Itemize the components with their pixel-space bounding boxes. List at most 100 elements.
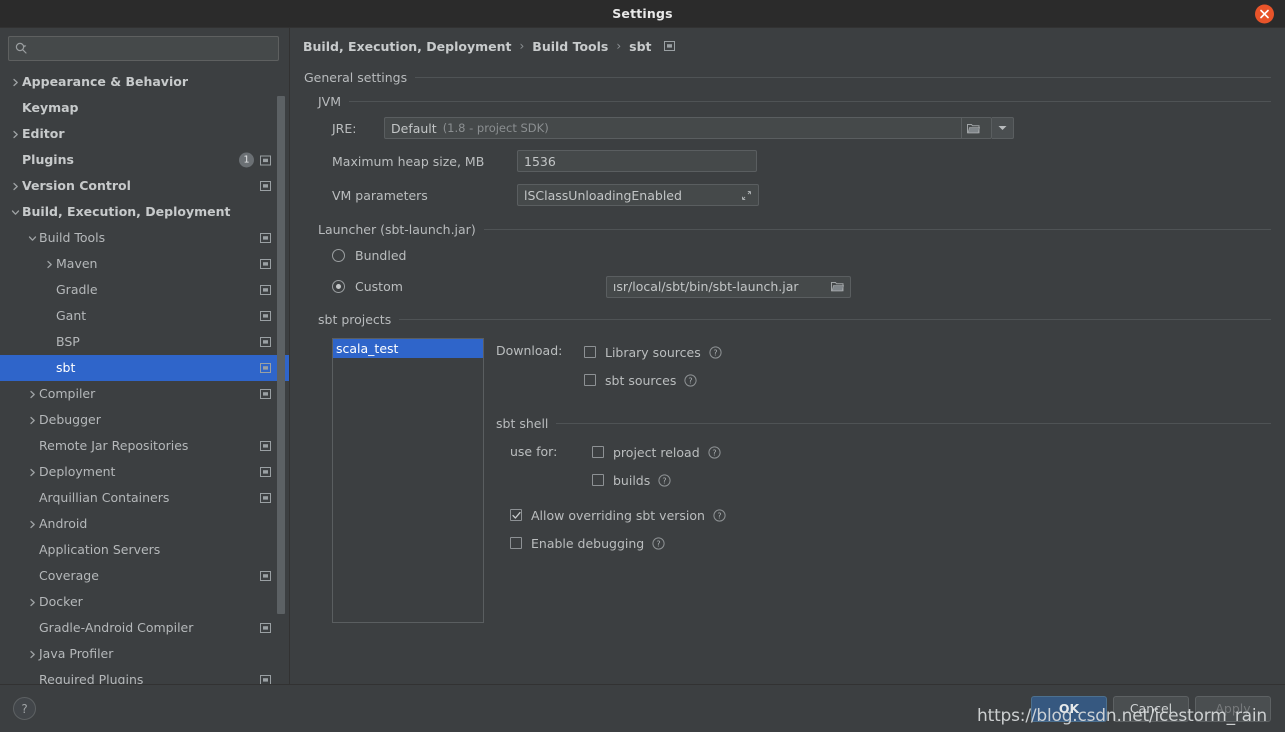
ok-button[interactable]: OK xyxy=(1031,695,1107,722)
launcher-path-input[interactable]: ısr/local/sbt/bin/sbt-launch.jar xyxy=(605,275,851,298)
sidebar-item-java-profiler[interactable]: Java Profiler xyxy=(0,641,289,667)
help-icon[interactable]: ? xyxy=(713,508,726,522)
sidebar-item-build-tools[interactable]: Build Tools xyxy=(0,225,289,251)
sidebar-item-build-execution-deployment[interactable]: Build, Execution, Deployment xyxy=(0,199,289,225)
chevron-right-icon[interactable] xyxy=(25,650,39,659)
jre-field[interactable]: Default (1.8 - project SDK) xyxy=(384,117,992,139)
project-settings-icon xyxy=(663,41,675,51)
chevron-right-icon[interactable] xyxy=(42,260,56,269)
project-settings-icon xyxy=(260,493,271,503)
chevron-right-icon[interactable] xyxy=(8,130,22,139)
folder-icon[interactable] xyxy=(961,118,985,138)
sidebar-item-indicators xyxy=(260,675,271,684)
breadcrumb-item[interactable]: Build, Execution, Deployment xyxy=(303,39,511,54)
sidebar-item-deployment[interactable]: Deployment xyxy=(0,459,289,485)
sidebar-scrollbar[interactable] xyxy=(277,96,285,632)
breadcrumb-item[interactable]: Build Tools xyxy=(532,39,608,54)
checkbox[interactable] xyxy=(592,474,604,486)
launcher-option-bundled[interactable]: Bundled xyxy=(332,240,1271,271)
sidebar-item-version-control[interactable]: Version Control xyxy=(0,173,289,199)
close-icon[interactable] xyxy=(1255,4,1274,23)
jvm-body: JRE: Default (1.8 - project SDK) Maximum… xyxy=(318,112,1271,212)
help-icon[interactable]: ? xyxy=(684,373,697,387)
sidebar-item-plugins[interactable]: Plugins 1 xyxy=(0,147,289,173)
chevron-right-icon[interactable] xyxy=(25,520,39,529)
chevron-right-icon[interactable] xyxy=(8,182,22,191)
sidebar-item-sbt[interactable]: sbt xyxy=(0,355,289,381)
sidebar-item-indicators xyxy=(260,623,271,633)
heap-input[interactable]: 1536 xyxy=(517,150,757,172)
sidebar-item-arquillian-containers[interactable]: Arquillian Containers xyxy=(0,485,289,511)
checkbox[interactable] xyxy=(584,374,596,386)
sidebar-item-remote-jar-repositories[interactable]: Remote Jar Repositories xyxy=(0,433,289,459)
general-settings-header: General settings xyxy=(304,66,1271,88)
settings-dialog: Settings Appearance & Behavior Keymap Ed… xyxy=(0,0,1285,732)
settings-sidebar: Appearance & Behavior Keymap Editor Plugins… xyxy=(0,28,290,684)
expand-icon[interactable] xyxy=(741,190,752,201)
use-for-option-builds[interactable]: builds? xyxy=(592,466,721,494)
chevron-right-icon[interactable] xyxy=(25,390,39,399)
use-for-option-project-reload[interactable]: project reload? xyxy=(592,438,721,466)
sbt-extra-options: Allow overriding sbt version? Enable debu… xyxy=(510,501,1271,557)
sidebar-item-maven[interactable]: Maven xyxy=(0,251,289,277)
apply-button[interactable]: Apply xyxy=(1195,695,1271,722)
sidebar-item-gant[interactable]: Gant xyxy=(0,303,289,329)
jvm-header: JVM xyxy=(318,90,1271,112)
folder-icon[interactable] xyxy=(830,281,844,292)
cancel-button[interactable]: Cancel xyxy=(1113,695,1189,722)
help-icon[interactable]: ? xyxy=(709,345,722,359)
launcher-option-custom[interactable]: Custom ısr/local/sbt/bin/sbt-launch.jar xyxy=(332,271,1271,302)
help-icon[interactable]: ? xyxy=(652,536,665,550)
sidebar-item-coverage[interactable]: Coverage xyxy=(0,563,289,589)
sidebar-item-gradle-android-compiler[interactable]: Gradle-Android Compiler xyxy=(0,615,289,641)
sidebar-item-application-servers[interactable]: Application Servers xyxy=(0,537,289,563)
search-container xyxy=(0,28,289,67)
radio-bundled[interactable] xyxy=(332,249,345,262)
checkbox[interactable] xyxy=(510,537,522,549)
sbt-projects-list[interactable]: scala_test xyxy=(332,338,484,623)
sidebar-scrollbar-thumb[interactable] xyxy=(277,96,285,614)
checkbox[interactable] xyxy=(510,509,522,521)
download-option-library-sources[interactable]: Library sources? xyxy=(584,338,722,366)
download-label: Download: xyxy=(496,343,563,358)
sidebar-item-keymap[interactable]: Keymap xyxy=(0,95,289,121)
sbt-option-enable-debugging[interactable]: Enable debugging? xyxy=(510,529,1271,557)
chevron-right-icon[interactable] xyxy=(25,598,39,607)
chevron-down-icon[interactable] xyxy=(8,208,22,217)
chevron-right-icon[interactable] xyxy=(8,78,22,87)
sidebar-item-debugger[interactable]: Debugger xyxy=(0,407,289,433)
radio-custom[interactable] xyxy=(332,280,345,293)
sidebar-item-docker[interactable]: Docker xyxy=(0,589,289,615)
search-box[interactable] xyxy=(8,36,279,61)
settings-tree[interactable]: Appearance & Behavior Keymap Editor Plugins… xyxy=(0,67,289,684)
help-icon[interactable]: ? xyxy=(708,445,721,459)
sidebar-item-required-plugins[interactable]: Required Plugins xyxy=(0,667,289,684)
sidebar-item-bsp[interactable]: BSP xyxy=(0,329,289,355)
sidebar-item-label: Maven xyxy=(56,255,98,271)
chevron-right-icon[interactable] xyxy=(25,416,39,425)
checkbox[interactable] xyxy=(584,346,596,358)
search-input[interactable] xyxy=(28,40,272,57)
sidebar-item-gradle[interactable]: Gradle xyxy=(0,277,289,303)
sbt-projects-group: sbt projects scala_test Download: Librar… xyxy=(318,308,1271,623)
breadcrumb-item[interactable]: sbt xyxy=(629,39,651,54)
sidebar-item-label: Editor xyxy=(22,125,65,141)
sbt-option-allow-overriding-sbt-version[interactable]: Allow overriding sbt version? xyxy=(510,501,1271,529)
checkbox[interactable] xyxy=(592,446,604,458)
sidebar-item-appearance-behavior[interactable]: Appearance & Behavior xyxy=(0,69,289,95)
help-button[interactable]: ? xyxy=(13,697,36,720)
sidebar-item-compiler[interactable]: Compiler xyxy=(0,381,289,407)
chevron-down-icon[interactable] xyxy=(25,234,39,243)
chevron-down-icon[interactable] xyxy=(992,117,1014,139)
sidebar-item-editor[interactable]: Editor xyxy=(0,121,289,147)
sidebar-item-indicators xyxy=(260,467,271,477)
launcher-body: Bundled Custom ısr/local/sbt/bin/sbt-lau… xyxy=(318,240,1271,302)
download-option-sbt-sources[interactable]: sbt sources? xyxy=(584,366,722,394)
help-icon[interactable]: ? xyxy=(658,473,671,487)
chevron-right-icon[interactable] xyxy=(25,468,39,477)
sidebar-item-indicators xyxy=(260,337,271,347)
vm-input[interactable]: lSClassUnloadingEnabled xyxy=(517,184,759,206)
list-item[interactable]: scala_test xyxy=(333,339,483,358)
project-settings-icon xyxy=(260,259,271,269)
sidebar-item-android[interactable]: Android xyxy=(0,511,289,537)
